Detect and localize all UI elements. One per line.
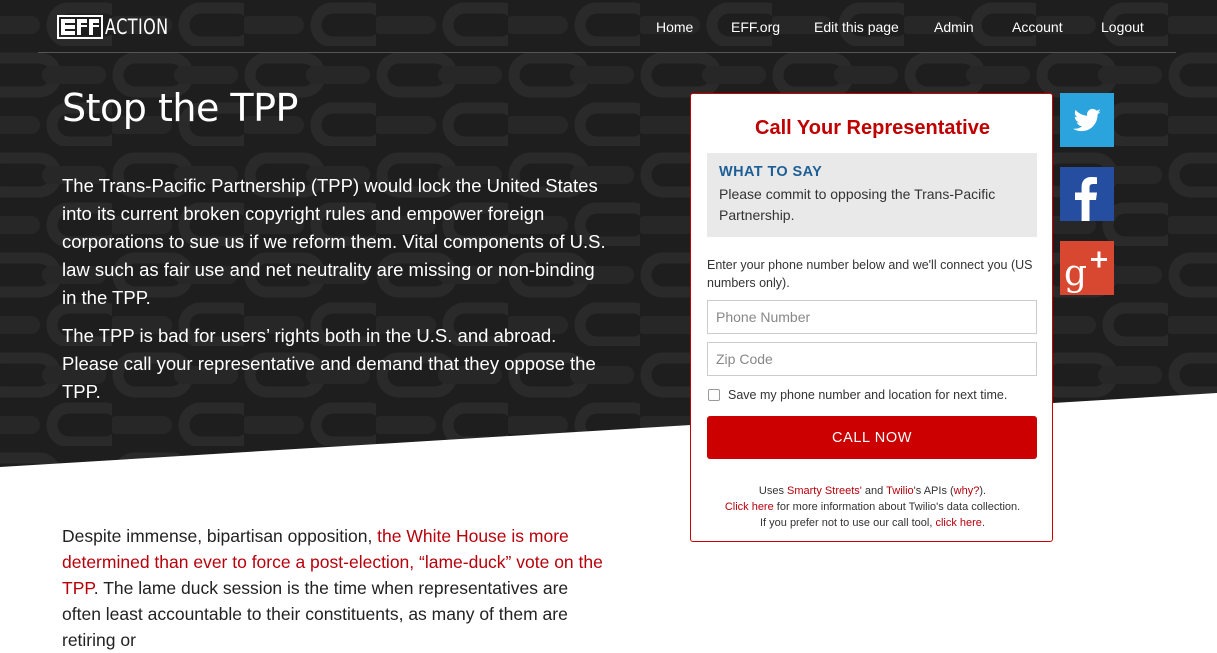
- intro-paragraph-1: The Trans-Pacific Partnership (TPP) woul…: [62, 175, 606, 308]
- twilio-link[interactable]: Twilio: [886, 485, 914, 497]
- nav-admin[interactable]: Admin: [934, 19, 974, 35]
- fine-apis: 's APIs (: [913, 485, 954, 497]
- page-title: Stop the TPP: [62, 86, 298, 130]
- fine-prefer: If you prefer not to use our call tool,: [759, 517, 936, 529]
- fine-close: ).: [979, 485, 987, 497]
- twilio-info-link[interactable]: Click here: [725, 501, 774, 513]
- google-plus-icon: g: [1064, 251, 1107, 294]
- alternate-call-link[interactable]: click here: [935, 517, 981, 529]
- nav-account[interactable]: Account: [1012, 19, 1063, 35]
- google-plus-share-button[interactable]: g: [1060, 241, 1114, 295]
- nav-logout[interactable]: Logout: [1101, 19, 1144, 35]
- fine-info: for more information about Twilio's data…: [773, 501, 1021, 513]
- call-tool-fine-print: Uses Smarty Streets' and Twilio's APIs (…: [691, 483, 1054, 531]
- facebook-share-button[interactable]: [1060, 167, 1114, 221]
- call-tool-card: Call Your Representative WHAT TO SAY Ple…: [690, 93, 1053, 542]
- what-to-say-box: WHAT TO SAY Please commit to opposing th…: [707, 153, 1037, 237]
- top-navigation: ACTION Home EFF.org Edit this page Admin…: [0, 0, 1217, 54]
- smarty-streets-link[interactable]: Smarty Streets': [787, 485, 862, 497]
- nav-edit-page[interactable]: Edit this page: [814, 19, 899, 35]
- phone-number-input[interactable]: [707, 300, 1037, 334]
- body-rest: . The lame duck session is the time when…: [62, 578, 569, 650]
- save-info-label: Save my phone number and location for ne…: [728, 388, 1008, 402]
- article-body: Despite immense, bipartisan opposition, …: [62, 523, 607, 653]
- eff-logo-icon: [57, 15, 103, 39]
- what-to-say-heading: WHAT TO SAY: [719, 164, 823, 180]
- body-lead: Despite immense, bipartisan opposition,: [62, 526, 378, 546]
- intro-paragraph-2: The TPP is bad for users’ rights both in…: [62, 325, 596, 402]
- call-tool-title: Call Your Representative: [755, 117, 990, 139]
- twitter-icon: [1073, 108, 1101, 132]
- zip-code-input[interactable]: [707, 342, 1037, 376]
- fine-and: and: [861, 485, 887, 497]
- eff-action-logo[interactable]: ACTION: [57, 14, 180, 40]
- facebook-icon: [1075, 177, 1097, 221]
- logo-text: ACTION: [105, 15, 169, 39]
- save-info-checkbox[interactable]: [708, 389, 720, 401]
- svg-text:g: g: [1064, 253, 1087, 294]
- hero-intro: The Trans-Pacific Partnership (TPP) woul…: [62, 172, 607, 416]
- twitter-share-button[interactable]: [1060, 93, 1114, 147]
- nav-eff-org[interactable]: EFF.org: [731, 19, 780, 35]
- call-now-button[interactable]: CALL NOW: [707, 416, 1037, 459]
- fine-period: .: [981, 517, 985, 529]
- fine-uses: Uses: [758, 485, 788, 497]
- why-link[interactable]: why?: [954, 485, 980, 497]
- what-to-say-text: Please commit to opposing the Trans-Paci…: [719, 186, 996, 223]
- nav-home[interactable]: Home: [656, 19, 693, 35]
- save-info-row: Save my phone number and location for ne…: [707, 388, 1007, 402]
- nav-divider: [38, 52, 1176, 53]
- call-instructions: Enter your phone number below and we'll …: [707, 258, 1033, 290]
